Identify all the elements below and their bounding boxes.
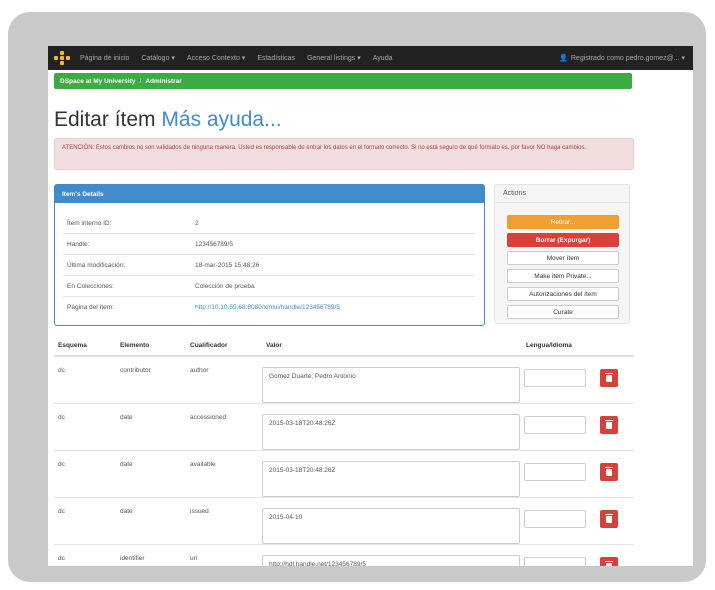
warning-alert: ATENCIÓN: Estos cambios no son validados… (54, 138, 634, 170)
col-qualifier: Cualificador (190, 342, 228, 349)
delete-button[interactable] (600, 557, 618, 566)
language-input[interactable] (524, 369, 586, 387)
top-navbar: Página de inicio Catálogo ▾ Acceso Conte… (48, 46, 693, 70)
col-value: Valor (266, 342, 282, 349)
cell-element: date (120, 508, 133, 515)
nav-menu: Página de inicio Catálogo ▾ Acceso Conte… (80, 46, 393, 70)
trash-icon (605, 513, 613, 523)
page-title: Editar ítem Más ayuda... (54, 108, 282, 132)
breadcrumb-home-link[interactable]: DSpace at My University (60, 78, 136, 85)
detail-row: Handle: 123456789/5 (63, 233, 475, 254)
browser-screen: Página de inicio Catálogo ▾ Acceso Conte… (48, 46, 693, 566)
make-private-button[interactable]: Make item Private... (507, 269, 619, 283)
value-textarea[interactable]: Gomez Duarte, Pedro Antonio (262, 367, 520, 403)
detail-row: Ítem interno ID: 2 (63, 213, 475, 233)
item-details-table: Ítem interno ID: 2 Handle: 123456789/5 Ú… (63, 213, 475, 317)
col-language: Lengua/Idioma (526, 342, 572, 349)
value-textarea[interactable]: 2015-03-18T20:48:26Z (262, 414, 520, 450)
cell-qualifier: accessioned (190, 414, 227, 421)
detail-value: 18-mar-2015 15:48:26 (195, 261, 260, 269)
trash-icon (605, 466, 613, 476)
value-textarea[interactable]: http://hdl.handle.net/123456789/5 (262, 555, 520, 566)
breadcrumb-separator: / (139, 77, 142, 85)
cell-element: date (120, 461, 133, 468)
detail-row: Página del ítem: http://10.10.55.68:8080… (63, 296, 475, 317)
detail-value: 123456789/5 (195, 240, 233, 248)
item-details-panel: Item's Details Ítem interno ID: 2 Handle… (54, 184, 485, 326)
move-item-button[interactable]: Mover ítem (507, 251, 619, 265)
authorizations-button[interactable]: Autorizaciones del ítem (507, 287, 619, 301)
item-details-heading: Item's Details (55, 185, 484, 203)
expunge-button[interactable]: Borrar (Expurgar) (507, 233, 619, 247)
detail-label: En Colecciones: (67, 282, 114, 290)
language-input[interactable] (524, 463, 586, 481)
breadcrumb-current: Administrar (145, 77, 182, 85)
trash-icon (605, 419, 613, 429)
user-menu[interactable]: 👤 Registrado como pedro.gomez@... ▾ (559, 46, 685, 70)
table-row: dc date accessioned 2015-03-18T20:48:26Z (54, 403, 634, 450)
user-icon: 👤 (559, 55, 568, 62)
nav-item-access[interactable]: Acceso Contexto ▾ (187, 54, 245, 62)
col-element: Elemento (120, 342, 150, 349)
user-label: Registrado como pedro.gomez@... ▾ (570, 55, 685, 62)
value-textarea[interactable]: 2015-04-10 (262, 508, 520, 544)
delete-button[interactable] (600, 463, 618, 481)
detail-label: Handle: (67, 240, 90, 248)
table-row: dc date available 2015-03-18T20:48:26Z (54, 450, 634, 497)
delete-button[interactable] (600, 416, 618, 434)
table-row: dc identifier uri http://hdl.handle.net/… (54, 544, 634, 566)
actions-heading: Actions (495, 185, 629, 203)
nav-item-statistics[interactable]: Estadísticas (257, 55, 295, 62)
detail-label: Página del ítem: (67, 303, 114, 311)
cell-qualifier: available (190, 461, 216, 468)
detail-row: Última modificación: 18-mar-2015 15:48:2… (63, 254, 475, 275)
cell-qualifier: uri (190, 555, 198, 562)
detail-value: Colección de prueba (195, 282, 255, 290)
cell-schema: dc (58, 367, 65, 374)
detail-label: Ítem interno ID: (67, 219, 112, 227)
metadata-table-header: Esquema Elemento Cualificador Valor Leng… (54, 342, 634, 354)
dspace-logo-icon[interactable] (54, 51, 70, 65)
table-row: dc date issued 2015-04-10 (54, 497, 634, 544)
cell-element: identifier (120, 555, 145, 562)
trash-icon (605, 372, 613, 382)
cell-schema: dc (58, 555, 65, 562)
cell-schema: dc (58, 461, 65, 468)
curate-button[interactable]: Curate (507, 305, 619, 319)
cell-qualifier: issued (190, 508, 209, 515)
detail-label: Última modificación: (67, 261, 126, 269)
cell-element: date (120, 414, 133, 421)
language-input[interactable] (524, 416, 586, 434)
delete-button[interactable] (600, 369, 618, 387)
withdraw-button[interactable]: Retirar... (507, 215, 619, 229)
help-link[interactable]: Más ayuda... (161, 108, 281, 131)
breadcrumb: DSpace at My University / Administrar (54, 73, 632, 89)
table-row: dc contributor author Gomez Duarte, Pedr… (54, 356, 634, 403)
trash-icon (605, 560, 613, 566)
nav-item-home[interactable]: Página de inicio (80, 55, 129, 62)
col-schema: Esquema (58, 342, 87, 349)
nav-item-listings[interactable]: General listings ▾ (307, 54, 361, 62)
detail-row: En Colecciones: Colección de prueba (63, 275, 475, 296)
cell-schema: dc (58, 414, 65, 421)
value-textarea[interactable]: 2015-03-18T20:48:26Z (262, 461, 520, 497)
cell-element: contributor (120, 367, 151, 374)
language-input[interactable] (524, 557, 586, 566)
cell-schema: dc (58, 508, 65, 515)
language-input[interactable] (524, 510, 586, 528)
item-page-link[interactable]: http://10.10.55.68:8080/xmlui/handle/123… (195, 304, 340, 311)
cell-qualifier: author (190, 367, 209, 374)
actions-panel: Actions Retirar... Borrar (Expurgar) Mov… (494, 184, 630, 324)
page-title-text: Editar ítem (54, 108, 156, 131)
detail-value: 2 (195, 219, 199, 227)
delete-button[interactable] (600, 510, 618, 528)
nav-item-catalog[interactable]: Catálogo ▾ (141, 54, 174, 62)
nav-item-help[interactable]: Ayuda (373, 55, 393, 62)
